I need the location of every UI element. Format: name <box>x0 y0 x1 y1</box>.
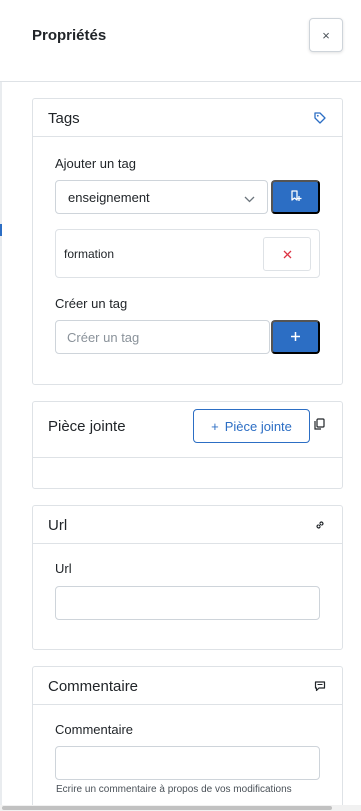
tags-card-title: Tags <box>48 110 80 127</box>
comment-icon <box>313 679 327 693</box>
remove-tag-button[interactable] <box>263 237 311 271</box>
url-input[interactable] <box>55 586 320 620</box>
comment-help-text: Ecrire un commentaire à propos de vos mo… <box>56 784 292 795</box>
attachment-card-header: Pièce jointe + Pièce jointe <box>33 402 342 458</box>
tag-select[interactable]: enseignement <box>55 180 268 214</box>
panel-title: Propriétés <box>32 27 107 44</box>
comment-input[interactable] <box>55 746 320 780</box>
add-tag-label: Ajouter un tag <box>55 156 136 171</box>
add-attachment-button[interactable]: + Pièce jointe <box>193 409 310 443</box>
add-tag-button[interactable] <box>271 180 320 214</box>
attachment-card: Pièce jointe + Pièce jointe <box>32 401 343 489</box>
tag-select-value: enseignement <box>68 189 150 205</box>
create-tag-button[interactable] <box>271 320 320 354</box>
attachment-card-title: Pièce jointe <box>48 418 126 435</box>
comment-card-title: Commentaire <box>48 678 139 695</box>
comment-card-header: Commentaire <box>33 667 342 705</box>
bookmark-plus-icon <box>290 189 302 205</box>
chevron-down-icon <box>244 192 255 207</box>
tags-card: Tags Ajouter un tag enseignement formati… <box>32 98 343 385</box>
panel-header: Propriétés × <box>0 0 361 82</box>
close-icon <box>283 247 292 262</box>
url-card: Url Url <box>32 505 343 650</box>
url-field-label: Url <box>55 561 72 576</box>
add-attachment-label: Pièce jointe <box>224 418 292 434</box>
copy-icon[interactable] <box>312 417 326 431</box>
tag-icon <box>313 111 327 125</box>
tag-item: formation <box>55 229 320 278</box>
create-tag-input[interactable] <box>55 320 270 354</box>
close-icon: × <box>322 27 330 43</box>
url-card-title: Url <box>48 517 68 534</box>
scrollbar-thumb[interactable] <box>2 806 332 810</box>
plus-icon <box>290 330 301 345</box>
close-button[interactable]: × <box>309 18 343 52</box>
left-edge-strip <box>0 0 2 811</box>
plus-icon: + <box>211 418 219 434</box>
link-icon <box>313 518 327 532</box>
url-card-header: Url <box>33 506 342 544</box>
comment-field-label: Commentaire <box>55 722 134 737</box>
tags-card-header: Tags <box>33 99 342 137</box>
comment-card: Commentaire Commentaire Ecrire un commen… <box>32 666 343 811</box>
left-edge-marker <box>0 224 2 236</box>
create-tag-label: Créer un tag <box>55 296 128 311</box>
tag-item-label: formation <box>64 247 115 261</box>
horizontal-scrollbar[interactable] <box>0 805 361 811</box>
